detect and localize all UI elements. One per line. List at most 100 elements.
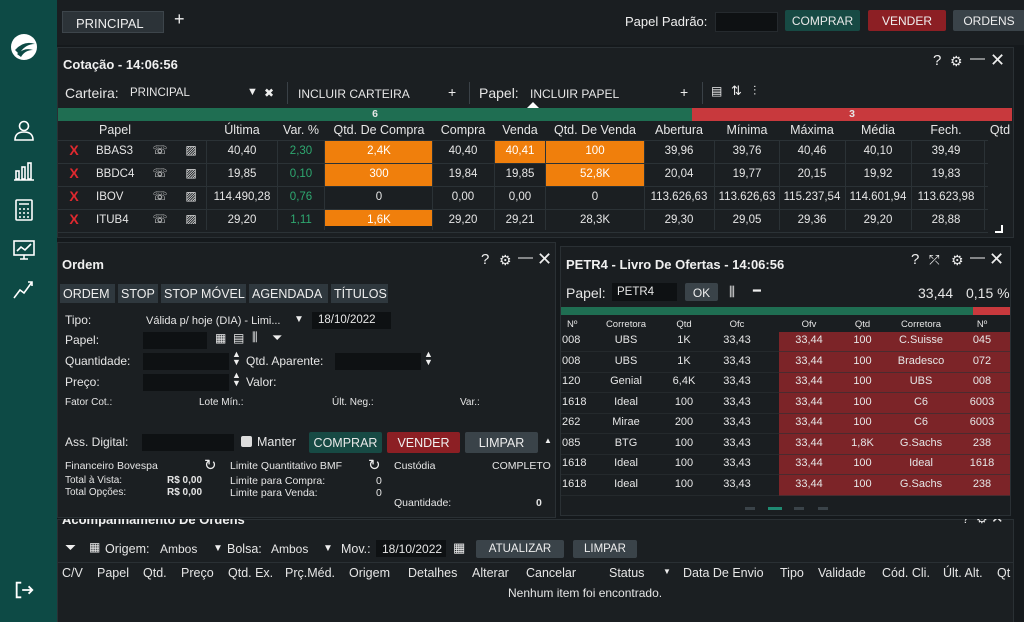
quote-icon[interactable]: ☏ [152, 212, 168, 224]
filter-icon[interactable]: ⏷ [65, 539, 76, 556]
page-dot[interactable] [818, 507, 828, 510]
papel-input[interactable] [143, 332, 207, 349]
page-dot[interactable] [745, 507, 755, 510]
minimize-icon[interactable]: — [970, 50, 985, 67]
column-header[interactable]: Papel [90, 123, 140, 137]
acomp-column-header[interactable]: Qtd. [143, 566, 167, 580]
acomp-column-header[interactable]: Qt [997, 566, 1010, 580]
collapse-arrow-icon[interactable] [527, 102, 539, 108]
preco-stepper[interactable]: ▲ ▼ [232, 371, 241, 388]
column-header[interactable]: Compra [433, 123, 493, 137]
livro-ok-button[interactable]: OK [685, 283, 718, 301]
remove-row-button[interactable]: X [67, 165, 81, 187]
tab-stop-movel[interactable]: STOP MÓVEL [161, 284, 246, 303]
acomp-column-header[interactable]: Detalhes [408, 566, 457, 580]
acomp-column-header[interactable]: Data De Envio [683, 566, 764, 580]
acomp-column-header[interactable]: Prç.Méd. [285, 566, 335, 580]
help-icon[interactable]: ? [911, 251, 919, 268]
search-list-icon[interactable]: ▤ [711, 84, 722, 98]
custodia-select[interactable]: COMPLETO [492, 460, 551, 472]
calculator-icon[interactable] [11, 198, 37, 222]
calendar-icon[interactable]: ▦ [453, 540, 465, 556]
logout-icon[interactable] [11, 578, 37, 602]
papel-padrao-input[interactable] [715, 12, 778, 32]
atualizar-button[interactable]: ATUALIZAR [476, 540, 564, 558]
quote-icon[interactable]: ☏ [152, 166, 168, 184]
page-dot[interactable] [794, 507, 804, 510]
gear-icon[interactable]: ⚙ [951, 252, 964, 269]
ordem-comprar-button[interactable]: COMPRAR [309, 432, 382, 453]
tab-stop[interactable]: STOP [118, 284, 158, 303]
minimize-icon[interactable]: — [518, 249, 533, 266]
vender-button[interactable]: VENDER [868, 10, 946, 31]
chevron-down-icon[interactable]: ▼ [247, 86, 258, 98]
mov-date-input[interactable]: 18/10/2022 [382, 542, 442, 556]
dash-icon[interactable]: ━ [753, 283, 761, 299]
order-icon[interactable]: ▨ [183, 143, 199, 161]
acomp-column-header[interactable]: Validade [818, 566, 866, 580]
clipboard-icon[interactable]: ▦ [215, 331, 226, 345]
remove-row-button[interactable]: X [67, 211, 81, 227]
sort-icon[interactable]: ⇅ [731, 83, 742, 99]
trend-line-icon[interactable] [11, 278, 37, 302]
remove-row-button[interactable]: X [67, 188, 81, 210]
acomp-column-header[interactable]: Tipo [780, 566, 804, 580]
add-tab-button[interactable]: + [174, 9, 185, 30]
column-header[interactable]: Venda [495, 123, 545, 137]
column-header[interactable]: Mínima [715, 123, 779, 137]
close-icon[interactable]: ✕ [990, 50, 1005, 71]
chevron-down-icon[interactable]: ▼ [323, 543, 333, 554]
page-dot-active[interactable] [768, 507, 782, 510]
close-icon[interactable]: ✕ [989, 249, 1004, 270]
column-header[interactable]: Fech. [912, 123, 980, 137]
column-header[interactable]: Última [207, 123, 277, 137]
livro-papel-input[interactable]: PETR4 [617, 286, 654, 298]
minimize-icon[interactable]: — [970, 249, 985, 266]
candle-chart-icon[interactable]: ⫼ [729, 284, 735, 300]
column-header[interactable]: Qtd [985, 123, 1015, 137]
acomp-column-header[interactable]: Últ. Alt. [943, 566, 983, 580]
gear-icon[interactable]: ⚙ [499, 252, 512, 269]
qtd-aparente-input[interactable] [335, 353, 421, 370]
candle-chart-icon[interactable]: ⫼ [252, 330, 258, 345]
ass-digital-input[interactable] [142, 434, 234, 451]
unlink-icon[interactable]: ⤱ [929, 252, 939, 268]
acomp-column-header[interactable]: Qtd. Ex. [228, 566, 273, 580]
acomp-column-header[interactable]: Status [609, 566, 644, 580]
tipo-date-input[interactable]: 18/10/2022 [318, 314, 376, 326]
incluir-papel-input[interactable]: INCLUIR PAPEL [530, 87, 619, 101]
order-icon[interactable]: ▨ [183, 166, 199, 184]
quantidade-input[interactable] [143, 353, 229, 370]
search-list-icon[interactable]: ▤ [233, 331, 244, 345]
column-header[interactable]: Média [846, 123, 910, 137]
monitor-chart-icon[interactable] [11, 238, 37, 262]
user-icon[interactable] [11, 118, 37, 142]
column-header[interactable]: Abertura [645, 123, 713, 137]
status-sort-icon[interactable]: ▼ [663, 567, 671, 576]
tab-agendada[interactable]: AGENDADA [249, 284, 328, 303]
comprar-button[interactable]: COMPRAR [785, 10, 860, 31]
column-header[interactable]: Qtd. De Venda [546, 123, 644, 137]
quote-icon[interactable]: ☏ [152, 189, 168, 207]
column-icon[interactable]: ⫶ [753, 83, 756, 99]
refresh-icon[interactable]: ↻ [368, 456, 381, 474]
chart-bars-icon[interactable] [11, 158, 37, 182]
acomp-limpar-button[interactable]: LIMPAR [573, 540, 637, 558]
close-icon[interactable]: ✕ [537, 249, 552, 270]
tipo-select[interactable]: Válida p/ hoje (DIA) - Limi... [146, 315, 281, 327]
tab-ordem[interactable]: ORDEM [60, 284, 115, 303]
acomp-column-header[interactable]: Preço [181, 566, 214, 580]
manter-checkbox[interactable] [241, 436, 252, 447]
origem-select[interactable]: Ambos [160, 542, 197, 556]
add-carteira-icon[interactable]: + [448, 84, 456, 100]
remove-row-button[interactable]: X [67, 142, 81, 164]
acomp-column-header[interactable]: Cancelar [526, 566, 576, 580]
incluir-carteira-input[interactable]: INCLUIR CARTEIRA [298, 87, 410, 101]
acomp-column-header[interactable]: Origem [349, 566, 390, 580]
help-icon[interactable]: ? [481, 251, 489, 268]
acomp-column-header[interactable]: Alterar [472, 566, 509, 580]
acomp-column-header[interactable]: C/V [62, 566, 83, 580]
resize-handle[interactable] [995, 225, 1003, 233]
acomp-column-header[interactable]: Papel [97, 566, 129, 580]
ordens-button[interactable]: ORDENS [953, 10, 1024, 31]
